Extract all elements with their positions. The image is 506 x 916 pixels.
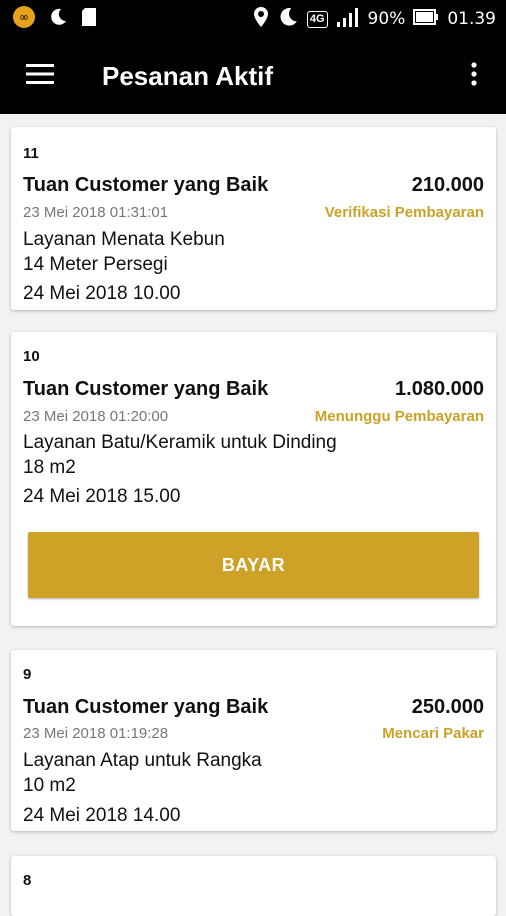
order-status: Menunggu Pembayaran — [314, 408, 484, 425]
status-bar-right: 4G 90% 01.39 — [253, 6, 496, 33]
order-card[interactable]: 9 Tuan Customer yang Baik 250.000 23 Mei… — [11, 650, 496, 831]
order-id: 9 — [23, 666, 32, 683]
order-status: Mencari Pakar — [382, 725, 484, 742]
customer-name: Tuan Customer yang Baik — [23, 696, 269, 718]
battery-icon — [413, 8, 439, 30]
network-type-badge: 4G — [306, 10, 328, 28]
battery-percent: 90% — [367, 9, 406, 29]
schedule: 24 Mei 2018 15.00 — [23, 486, 181, 507]
order-id: 10 — [23, 348, 40, 365]
service-name: Layanan Batu/Keramik untuk Dinding — [23, 432, 337, 453]
order-created-date: 23 Mei 2018 01:31:01 — [23, 204, 169, 221]
customer-name: Tuan Customer yang Baik — [23, 174, 269, 196]
service-size: 18 m2 — [23, 457, 76, 478]
order-status: Verifikasi Pembayaran — [324, 204, 484, 221]
order-card[interactable]: 11 Tuan Customer yang Baik 210.000 23 Me… — [11, 127, 496, 310]
order-id: 11 — [23, 145, 39, 162]
order-created-date: 23 Mei 2018 01:20:00 — [23, 408, 169, 425]
location-icon — [253, 6, 269, 33]
customer-name: Tuan Customer yang Baik — [23, 378, 269, 400]
order-card[interactable]: 10 Tuan Customer yang Baik 1.080.000 23 … — [11, 332, 496, 626]
order-price: 1.080.000 — [395, 378, 484, 400]
svg-text:∞: ∞ — [19, 10, 29, 24]
order-card[interactable]: 8 — [11, 856, 496, 916]
order-price: 210.000 — [411, 174, 484, 196]
service-name: Layanan Menata Kebun — [23, 229, 225, 250]
service-size: 10 m2 — [23, 775, 76, 796]
status-bar-left: ∞ — [12, 5, 98, 34]
service-name: Layanan Atap untuk Rangka — [23, 750, 262, 771]
order-id: 8 — [23, 872, 32, 889]
moon-icon — [277, 6, 299, 33]
schedule: 24 Mei 2018 10.00 — [23, 283, 181, 304]
more-options-button[interactable] — [442, 38, 506, 114]
hamburger-icon — [26, 63, 54, 89]
menu-button[interactable] — [0, 38, 80, 114]
clock: 01.39 — [447, 9, 496, 29]
schedule: 24 Mei 2018 14.00 — [23, 805, 181, 826]
order-price: 250.000 — [411, 696, 484, 718]
signal-icon — [336, 6, 360, 33]
sd-card-icon — [80, 7, 98, 32]
page-title: Pesanan Aktif — [102, 60, 273, 91]
app-bar: Pesanan Aktif — [0, 38, 506, 114]
status-bar: ∞ 4G 90% 01.39 — [0, 0, 506, 38]
pay-button[interactable]: BAYAR — [28, 532, 479, 598]
more-vertical-icon — [471, 61, 477, 91]
infinity-app-icon: ∞ — [12, 5, 36, 34]
service-size: 14 Meter Persegi — [23, 254, 168, 275]
moon-icon — [48, 7, 68, 32]
order-created-date: 23 Mei 2018 01:19:28 — [23, 725, 169, 742]
